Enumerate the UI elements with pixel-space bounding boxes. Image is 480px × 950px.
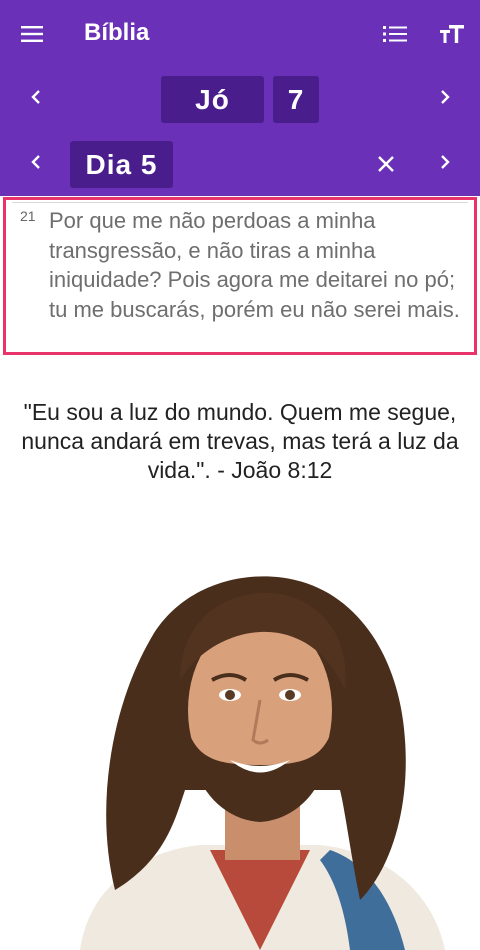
book-selector[interactable]: Jó bbox=[161, 76, 264, 123]
verse-number: 21 bbox=[20, 208, 36, 224]
next-day-icon[interactable] bbox=[430, 147, 460, 177]
close-icon[interactable] bbox=[374, 152, 398, 176]
jesus-portrait-image bbox=[80, 576, 445, 950]
previous-day-icon[interactable] bbox=[21, 147, 51, 177]
chapter-number: 7 bbox=[287, 83, 305, 115]
divider bbox=[12, 202, 468, 203]
book-name: Jó bbox=[195, 83, 230, 115]
app-title: Bíblia bbox=[84, 19, 150, 46]
list-icon[interactable] bbox=[382, 22, 408, 46]
hamburger-menu-icon[interactable] bbox=[20, 22, 44, 46]
verse-text: Por que me não perdoas a minha transgres… bbox=[49, 208, 460, 322]
day-label: Dia 5 bbox=[85, 148, 158, 180]
navigation-bar: Jó 7 Dia 5 bbox=[0, 68, 480, 196]
font-size-icon[interactable] bbox=[439, 22, 465, 46]
day-selector[interactable]: Dia 5 bbox=[70, 141, 173, 188]
previous-chapter-icon[interactable] bbox=[21, 82, 51, 112]
daily-quote: "Eu sou a luz do mundo. Quem me segue, n… bbox=[21, 399, 459, 483]
app-bar: Bíblia bbox=[0, 0, 480, 69]
chapter-selector[interactable]: 7 bbox=[273, 76, 319, 123]
next-chapter-icon[interactable] bbox=[430, 82, 460, 112]
verse-card[interactable]: 21 Por que me não perdoas a minha transg… bbox=[3, 197, 477, 355]
